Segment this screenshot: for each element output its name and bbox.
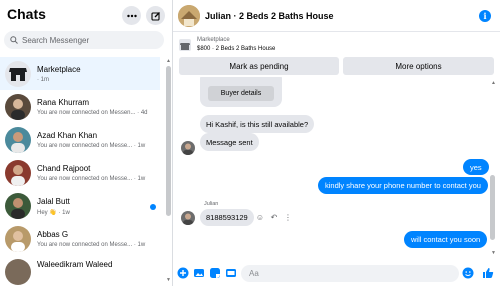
chat-item-waleedikram[interactable]: Waleedikram Waleed [0, 255, 160, 286]
message-incoming: Hi Kashif, is this still available? [200, 115, 315, 133]
message-outgoing: kindly share your phone number to contac… [318, 177, 488, 194]
avatar [181, 141, 195, 155]
chat-name: Chand Rajpoot [37, 164, 91, 173]
message-input[interactable]: Aa [241, 265, 459, 282]
scroll-down-icon[interactable]: ▼ [165, 277, 172, 283]
chat-preview: Hey 👋 · 1w [37, 210, 70, 216]
chat-preview: You are now connected on Messen... · 4d [37, 110, 148, 116]
chat-name: Abbas G [37, 230, 69, 239]
plus-icon[interactable] [177, 267, 189, 279]
message-outgoing: will contact you soon [404, 231, 488, 248]
new-message-button[interactable] [146, 6, 165, 25]
marketplace-listing: Marketplace $800 · 2 Beds 2 Baths House [173, 33, 500, 57]
chat-item-chand-rajpoot[interactable]: Chand Rajpoot You are now connected on M… [0, 156, 160, 189]
scroll-down-icon[interactable]: ▼ [490, 250, 497, 256]
listing-avatar[interactable] [178, 5, 200, 27]
thread-scrollbar[interactable] [490, 175, 495, 240]
chat-name: Azad Khan Khan [37, 131, 98, 140]
message-incoming: Message sent [200, 133, 259, 151]
more-options-button[interactable]: More options [343, 57, 494, 75]
chat-preview: You are now connected on Messe... · 1w [37, 176, 146, 182]
message-incoming: 8188593129 [200, 209, 254, 226]
chat-preview: You are now connected on Messe... · 1w [37, 242, 146, 248]
emoji-icon[interactable] [462, 267, 474, 279]
info-icon[interactable]: i [479, 10, 491, 22]
marketplace-label: Marketplace [197, 37, 230, 43]
chat-name: Jalal Butt [37, 197, 70, 206]
chat-item-rana-khurram[interactable]: Rana Khurram You are now connected on Me… [0, 90, 160, 123]
search-icon [10, 36, 18, 44]
unread-dot [150, 204, 156, 210]
ellipsis-icon [126, 14, 137, 17]
more-icon[interactable]: ⋮ [283, 213, 293, 223]
avatar [181, 211, 195, 225]
chat-preview: You are now connected on Messe... · 1w [37, 143, 146, 149]
scroll-up-icon[interactable]: ▲ [165, 58, 172, 64]
avatar [5, 259, 31, 285]
chat-list: Marketplace · 1m Rana Khurram You are no… [0, 57, 163, 286]
thumbs-up-icon[interactable] [482, 267, 494, 279]
gif-icon[interactable] [225, 267, 237, 279]
avatar [5, 193, 31, 219]
listing-product[interactable]: $800 · 2 Beds 2 Baths House [197, 46, 275, 52]
conversation-title[interactable]: Julian · 2 Beds 2 Baths House [205, 11, 334, 21]
search-input[interactable]: Search Messenger [22, 36, 89, 45]
avatar [5, 160, 31, 186]
image-icon[interactable] [193, 267, 205, 279]
search-bar[interactable]: Search Messenger [4, 31, 164, 49]
message-composer: Aa [173, 262, 500, 286]
sender-name: Julian [204, 201, 219, 207]
sidebar-scrollbar[interactable] [166, 66, 171, 216]
more-options-button[interactable] [122, 6, 141, 25]
chat-item-abbas-g[interactable]: Abbas G You are now connected on Messe..… [0, 222, 160, 255]
chat-sidebar: Chats Search Messenger Marketplace · 1m … [0, 0, 173, 286]
chat-name: Marketplace [37, 65, 81, 74]
chat-name: Waleedikram Waleed [37, 260, 113, 269]
conversation-panel: Julian · 2 Beds 2 Baths House i Marketpl… [173, 0, 500, 286]
listing-thumbnail [179, 39, 191, 51]
avatar [5, 226, 31, 252]
message-outgoing: yes [463, 159, 489, 175]
chats-title: Chats [7, 6, 46, 22]
sticker-icon[interactable] [209, 267, 221, 279]
message-thread: Buyer details Hi Kashif, is this still a… [173, 77, 489, 262]
chat-name: Rana Khurram [37, 98, 90, 107]
buyer-card: Buyer details [200, 77, 282, 107]
reply-icon[interactable]: ↶ [269, 213, 279, 223]
scroll-up-icon[interactable]: ▲ [490, 80, 497, 86]
chat-item-azad-khan[interactable]: Azad Khan Khan You are now connected on … [0, 123, 160, 156]
chat-item-marketplace[interactable]: Marketplace · 1m [0, 57, 160, 90]
avatar [5, 94, 31, 120]
mark-as-pending-button[interactable]: Mark as pending [179, 57, 339, 75]
chat-item-jalal-butt[interactable]: Jalal Butt Hey 👋 · 1w [0, 189, 160, 222]
react-icon[interactable]: ☺ [255, 213, 265, 223]
compose-icon [150, 11, 160, 21]
conversation-header: Julian · 2 Beds 2 Baths House i [173, 0, 500, 32]
avatar [5, 127, 31, 153]
buyer-details-button[interactable]: Buyer details [208, 86, 274, 101]
chat-preview: · 1m [37, 77, 49, 83]
marketplace-icon [5, 61, 31, 87]
